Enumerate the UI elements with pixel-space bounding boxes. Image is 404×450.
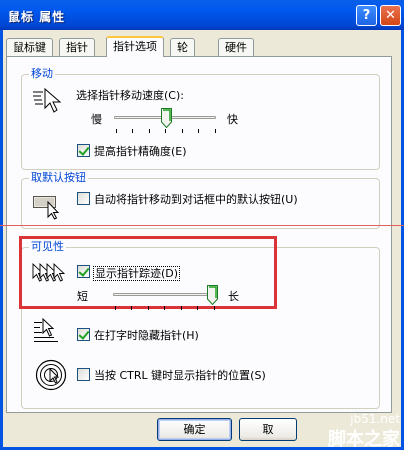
- snap-to-label[interactable]: 自动将指针移动到对话框中的默认按钮(U): [94, 193, 298, 206]
- long-label: 长: [228, 290, 239, 303]
- trail-length-track[interactable]: [113, 293, 217, 296]
- hide-while-typing-checkbox[interactable]: [77, 328, 90, 341]
- close-button[interactable]: ✕: [380, 5, 401, 26]
- speed-label: 选择指针移动速度(C):: [76, 89, 184, 102]
- tab-buttons[interactable]: 鼠标键: [6, 38, 53, 56]
- tab-pointers[interactable]: 指针: [59, 38, 95, 56]
- snap-to-group-label: 取默认按钮: [29, 171, 88, 185]
- hide-while-typing-label[interactable]: 在打字时隐藏指针(H): [94, 329, 199, 342]
- fast-label: 快: [227, 113, 238, 126]
- slow-label: 慢: [91, 113, 102, 126]
- speed-ticks: [116, 129, 216, 133]
- ctrl-locate-label[interactable]: 当按 CTRL 键时显示指针的位置(S): [94, 369, 266, 382]
- hide-while-typing-icon: [34, 318, 58, 342]
- pointer-trails-checkbox[interactable]: [77, 265, 90, 278]
- tab-wheel[interactable]: 轮: [170, 38, 195, 56]
- precision-checkbox[interactable]: [77, 144, 90, 157]
- pointer-speed-icon: [33, 87, 62, 113]
- snap-to-checkbox[interactable]: [77, 192, 90, 205]
- ctrl-locate-checkbox[interactable]: [77, 368, 90, 381]
- pointer-trails-label[interactable]: 显示指针踪迹(D): [93, 266, 181, 281]
- trail-length-thumb[interactable]: [206, 285, 218, 305]
- ctrl-locate-icon: [35, 359, 67, 391]
- pointer-trails-icon: [32, 262, 66, 282]
- speed-slider-thumb[interactable]: [160, 108, 172, 128]
- help-button[interactable]: ?: [356, 5, 377, 26]
- short-label: 短: [77, 290, 88, 303]
- tab-hardware[interactable]: 硬件: [218, 38, 254, 56]
- watermark-text: 脚本之家: [328, 429, 400, 450]
- snap-to-icon: [33, 196, 60, 220]
- precision-label[interactable]: 提高指针精确度(E): [94, 145, 187, 158]
- trail-length-ticks: [115, 306, 215, 310]
- window-title: 鼠标 属性: [8, 10, 66, 24]
- motion-group-label: 移动: [29, 67, 55, 81]
- motion-group: 移动: [21, 67, 380, 170]
- watermark-url: jb51.net: [350, 412, 400, 426]
- tab-pointer-options[interactable]: 指针选项: [106, 36, 164, 57]
- cancel-button[interactable]: 取: [239, 418, 297, 441]
- title-bar[interactable]: 鼠标 属性 ? ✕: [0, 0, 404, 30]
- separator-line: [0, 225, 404, 226]
- ok-button[interactable]: 确定: [157, 418, 232, 441]
